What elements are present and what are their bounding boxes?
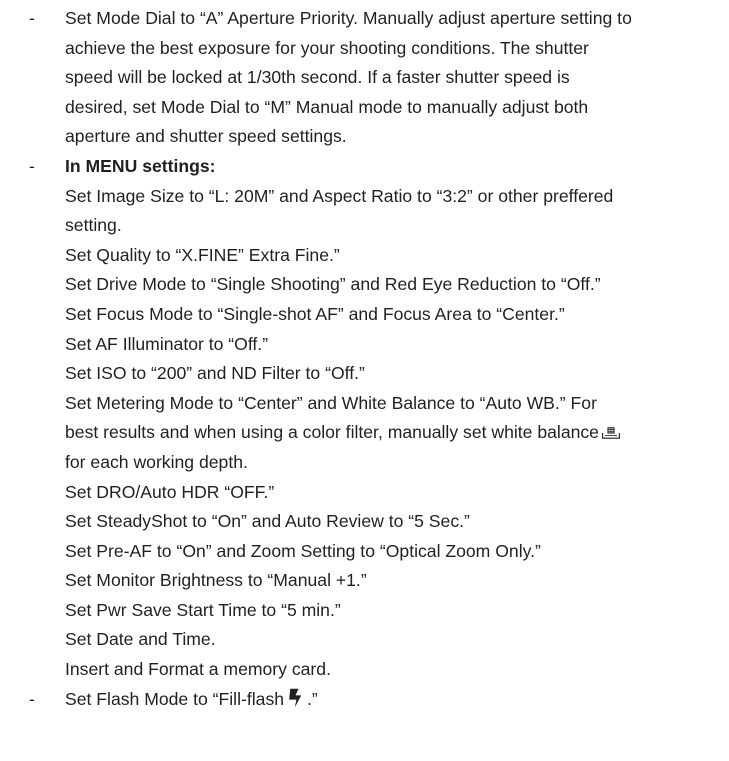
white-balance-custom-icon xyxy=(602,419,620,440)
text-line: achieve the best exposure for your shoot… xyxy=(65,37,589,58)
text-line: Set Image Size to “L: 20M” and Aspect Ra… xyxy=(65,185,614,206)
paragraph-menu-settings: In MENU settings: Set Image Size to “L: … xyxy=(65,152,709,685)
text-segment: .” xyxy=(307,688,318,709)
text-segment: Set Flash Mode to “Fill-flash xyxy=(65,688,285,709)
text-line: Set Mode Dial to “A” Aperture Priority. … xyxy=(65,8,632,28)
text-line: best results and when using a color filt… xyxy=(65,418,709,448)
text-line: Set Quality to “X.FINE” Extra Fine.” xyxy=(65,244,340,265)
text-segment: best results and when using a color filt… xyxy=(65,422,599,443)
text-line: Set Flash Mode to “Fill-flash .” xyxy=(65,685,709,715)
bullet-dash: - xyxy=(29,688,35,709)
text-line: desired, set Mode Dial to “M” Manual mod… xyxy=(65,96,589,117)
text-line: for each working depth. xyxy=(65,451,248,472)
document-page: - Set Mode Dial to “A” Aperture Priority… xyxy=(0,0,729,761)
text-line: Set SteadyShot to “On” and Auto Review t… xyxy=(65,511,470,532)
list-item-aperture: - Set Mode Dial to “A” Aperture Priority… xyxy=(0,4,729,152)
text-line: Set Focus Mode to “Single-shot AF” and F… xyxy=(65,303,565,324)
text-line: Set Date and Time. xyxy=(65,629,216,650)
text-line: Set ISO to “200” and ND Filter to “Off.” xyxy=(65,363,365,384)
text-line: setting. xyxy=(65,215,122,236)
text-line: aperture and shutter speed settings. xyxy=(65,126,347,147)
text-line: Set Pwr Save Start Time to “5 min.” xyxy=(65,599,341,620)
list-item-menu-settings: - In MENU settings: Set Image Size to “L… xyxy=(0,152,729,685)
text-line: Set Metering Mode to “Center” and White … xyxy=(65,392,597,413)
text-line: speed will be locked at 1/30th second. I… xyxy=(65,67,570,88)
text-line: Set Drive Mode to “Single Shooting” and … xyxy=(65,274,601,295)
paragraph-flash-mode: Set Flash Mode to “Fill-flash .” xyxy=(65,685,709,715)
flash-icon xyxy=(288,688,304,708)
text-line: Set AF Illuminator to “Off.” xyxy=(65,333,269,354)
text-line: Set DRO/Auto HDR “OFF.” xyxy=(65,481,275,502)
list-item-flash-mode: - Set Flash Mode to “Fill-flash .” xyxy=(0,685,729,715)
bullet-dash: - xyxy=(29,155,35,176)
section-heading: In MENU settings: xyxy=(65,155,216,176)
text-line: Set Monitor Brightness to “Manual +1.” xyxy=(65,570,367,591)
paragraph-aperture: Set Mode Dial to “A” Aperture Priority. … xyxy=(65,4,709,152)
text-line: Set Pre-AF to “On” and Zoom Setting to “… xyxy=(65,540,541,561)
bullet-dash: - xyxy=(29,8,35,28)
text-line: Insert and Format a memory card. xyxy=(65,659,331,680)
